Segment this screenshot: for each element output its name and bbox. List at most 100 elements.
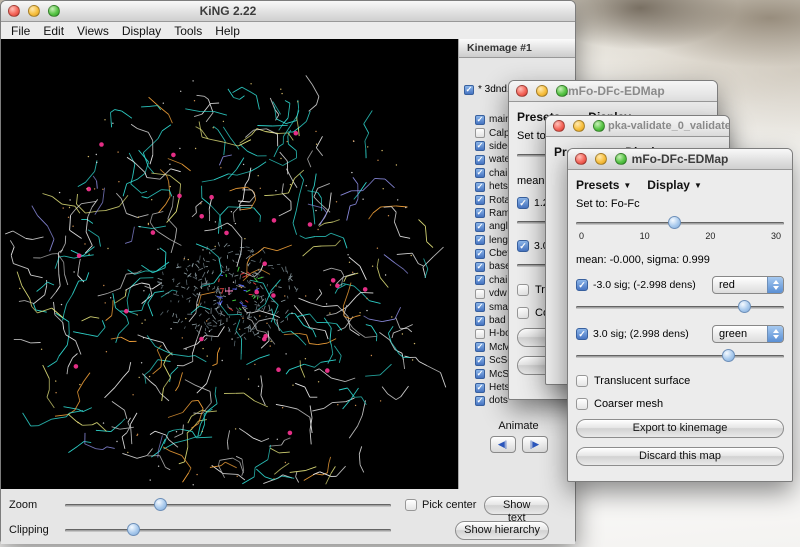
minimize-button[interactable] [28,5,40,17]
coarser-mesh-label: Coarser mesh [594,398,663,410]
slider-track [65,529,391,532]
contour-label: -3.0 sig; (-2.998 dens) [593,279,696,291]
slider-thumb[interactable] [722,349,735,362]
animate-back-button[interactable]: ◀| [490,436,516,453]
contour-label: 3.0 sig; (2.998 dens) [593,328,689,340]
contour-checkbox[interactable]: ✓ [576,328,588,340]
animate-label: Animate [464,420,573,432]
translucent-label: Translucent surface [594,375,690,387]
clipping-slider[interactable] [65,522,391,538]
translucent-checkbox[interactable] [517,284,529,296]
contour-row: ✓ 3.0 sig; (2.998 dens) green [576,325,784,343]
titlebar[interactable]: KiNG 2.22 [1,1,575,22]
king-window[interactable]: KiNG 2.22 FileEditViewsDisplayToolsHelp … [0,0,576,542]
kinemage-item-label: hets [489,181,508,192]
viewer-controls: Zoom Pick center Show text Clipping Show… [1,489,575,544]
menu-display[interactable]: Display [122,24,161,38]
coarser-mesh-checkbox[interactable] [517,307,529,319]
menu-file[interactable]: File [11,24,30,38]
checkbox[interactable]: ✓ [475,275,485,285]
checkbox[interactable]: ✓ [475,262,485,272]
checkbox[interactable]: ✓ [475,396,485,406]
slider-track [576,306,784,309]
zoom-button[interactable] [615,153,627,165]
checkbox[interactable]: ✓ [475,383,485,393]
checkbox[interactable]: ✓ [475,168,485,178]
kinemage-panel-header[interactable]: Kinemage #1 [459,39,575,58]
slider-thumb[interactable] [668,216,681,229]
checkbox[interactable]: ✓ [475,356,485,366]
checkbox[interactable]: ✓ [475,342,485,352]
window-controls [8,5,60,17]
zoom-button[interactable] [48,5,60,17]
titlebar[interactable]: 2mFo-DFc-EDMap [509,81,717,102]
titlebar[interactable]: pka-validate_0_validate_1_ma... [546,116,729,137]
checkbox[interactable]: ✓ [475,195,485,205]
presets-menu[interactable]: Presets ▼ [576,178,631,192]
checkbox[interactable]: ✓ [475,249,485,259]
show-text-button[interactable]: Show text [484,496,549,515]
contour-slider[interactable] [576,299,784,315]
checkbox[interactable]: ✓ [475,302,485,312]
show-hierarchy-button[interactable]: Show hierarchy [455,521,549,540]
checkbox[interactable] [475,128,485,138]
checkbox[interactable]: ✓ [475,222,485,232]
contour-slider[interactable] [576,348,784,364]
close-button[interactable] [516,85,528,97]
export-to-kinemage-button[interactable]: Export to kinemage [576,419,784,438]
close-button[interactable] [575,153,587,165]
close-button[interactable] [8,5,20,17]
popup-selected-value: green [713,326,767,342]
checkbox[interactable]: ✓ [475,155,485,165]
translucent-checkbox[interactable] [576,375,588,387]
zoom-button[interactable] [593,120,605,132]
window-controls [575,153,627,165]
tick-label: 30 [771,231,781,242]
tick-label: 20 [705,231,715,242]
discard-map-button[interactable]: Discard this map [576,447,784,466]
menu-tools[interactable]: Tools [174,24,202,38]
checkbox[interactable]: ✓ [475,182,485,192]
coarser-mesh-row: Coarser mesh [576,398,784,410]
menu-views[interactable]: Views [77,24,109,38]
translucent-row: Translucent surface [576,375,784,387]
slider-thumb[interactable] [154,498,167,511]
contour-color-popup[interactable]: red [712,276,784,294]
close-button[interactable] [553,120,565,132]
animate-forward-button[interactable]: |▶ [522,436,548,453]
molecule-render [1,39,458,489]
contour-checkbox[interactable]: ✓ [517,197,529,209]
checkbox[interactable]: ✓ [475,115,485,125]
map-level-slider[interactable] [576,215,784,231]
checkbox[interactable] [475,329,485,339]
menu-edit[interactable]: Edit [43,24,64,38]
molecular-viewport[interactable] [1,39,458,489]
menu-bar: File Edit Views Display Tools Help [1,22,575,39]
map-window-mfo[interactable]: mFo-DFc-EDMap Presets ▼ Display ▼ Set to… [567,148,793,482]
window-title: pka-validate_0_validate_1_ma... [608,120,729,132]
contour-color-popup[interactable]: green [712,325,784,343]
checkbox[interactable]: ✓ [475,141,485,151]
kinemage-panel-title: Kinemage #1 [467,42,532,54]
checkbox[interactable]: ✓ [475,316,485,326]
titlebar[interactable]: mFo-DFc-EDMap [568,149,792,170]
checkbox[interactable] [475,289,485,299]
display-menu[interactable]: Display ▼ [647,178,702,192]
minimize-button[interactable] [595,153,607,165]
minimize-button[interactable] [536,85,548,97]
zoom-button[interactable] [556,85,568,97]
checkbox[interactable]: ✓ [475,369,485,379]
zoom-slider[interactable] [65,497,391,513]
pick-center-checkbox[interactable] [405,499,417,511]
checkbox[interactable]: ✓ [464,85,474,95]
contour-checkbox[interactable]: ✓ [576,279,588,291]
slider-thumb[interactable] [738,300,751,313]
checkbox[interactable]: ✓ [475,208,485,218]
slider-thumb[interactable] [127,523,140,536]
coarser-mesh-checkbox[interactable] [576,398,588,410]
checkbox[interactable]: ✓ [475,235,485,245]
contour-row: ✓ -3.0 sig; (-2.998 dens) red [576,276,784,294]
minimize-button[interactable] [573,120,585,132]
contour-checkbox[interactable]: ✓ [517,240,529,252]
menu-help[interactable]: Help [215,24,240,38]
